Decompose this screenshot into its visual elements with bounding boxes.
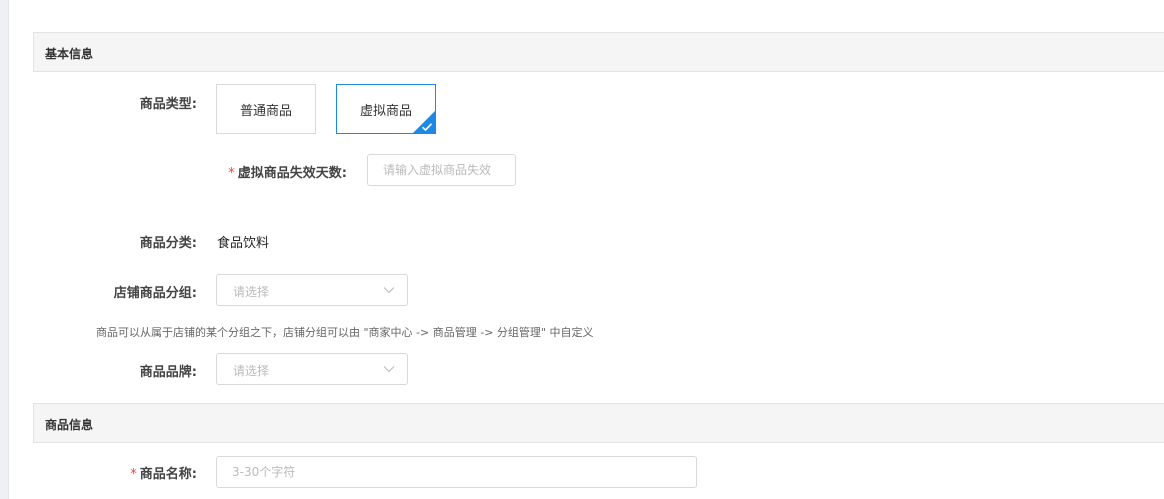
store-group-label: 店铺商品分组: (113, 286, 197, 301)
brand-select[interactable]: 请选择 (216, 353, 408, 385)
left-panel-edge (0, 0, 9, 499)
section-header-product-info: 商品信息 (33, 403, 1164, 443)
store-group-select[interactable]: 请选择 (216, 274, 408, 306)
select-placeholder: 请选择 (233, 285, 270, 299)
product-name-label-text: 商品名称: (139, 467, 197, 482)
product-type-option-normal[interactable]: 普通商品 (216, 84, 316, 134)
chevron-down-icon (383, 366, 395, 373)
brand-label: 商品品牌: (139, 365, 197, 380)
select-placeholder: 请选择 (233, 364, 270, 378)
section-header-basic-info: 基本信息 (33, 32, 1164, 72)
section-title: 基本信息 (45, 47, 94, 61)
product-type-label: 商品类型: (139, 97, 197, 112)
virtual-expiry-label-text: 虚拟商品失效天数: (237, 166, 347, 181)
option-label: 普通商品 (239, 103, 292, 119)
virtual-expiry-label: * 虚拟商品失效天数: (200, 162, 347, 181)
product-name-input[interactable]: 3-30个字符 (216, 456, 697, 488)
section-title: 商品信息 (45, 418, 94, 432)
category-value: 食品饮料 (217, 236, 270, 251)
store-group-hint: 商品可以从属于店铺的某个分组之下，店铺分组可以由 "商家中心 -> 商品管理 -… (96, 326, 594, 339)
category-label: 商品分类: (139, 236, 197, 251)
product-name-label: * 商品名称: (100, 463, 197, 482)
virtual-expiry-input[interactable]: 请输入虚拟商品失效 (367, 154, 516, 186)
option-label: 虚拟商品 (359, 103, 412, 119)
chevron-down-icon (383, 287, 395, 294)
check-icon (421, 123, 433, 132)
required-mark: * (228, 166, 235, 181)
required-mark: * (130, 467, 137, 482)
product-type-option-virtual[interactable]: 虚拟商品 (336, 84, 436, 134)
